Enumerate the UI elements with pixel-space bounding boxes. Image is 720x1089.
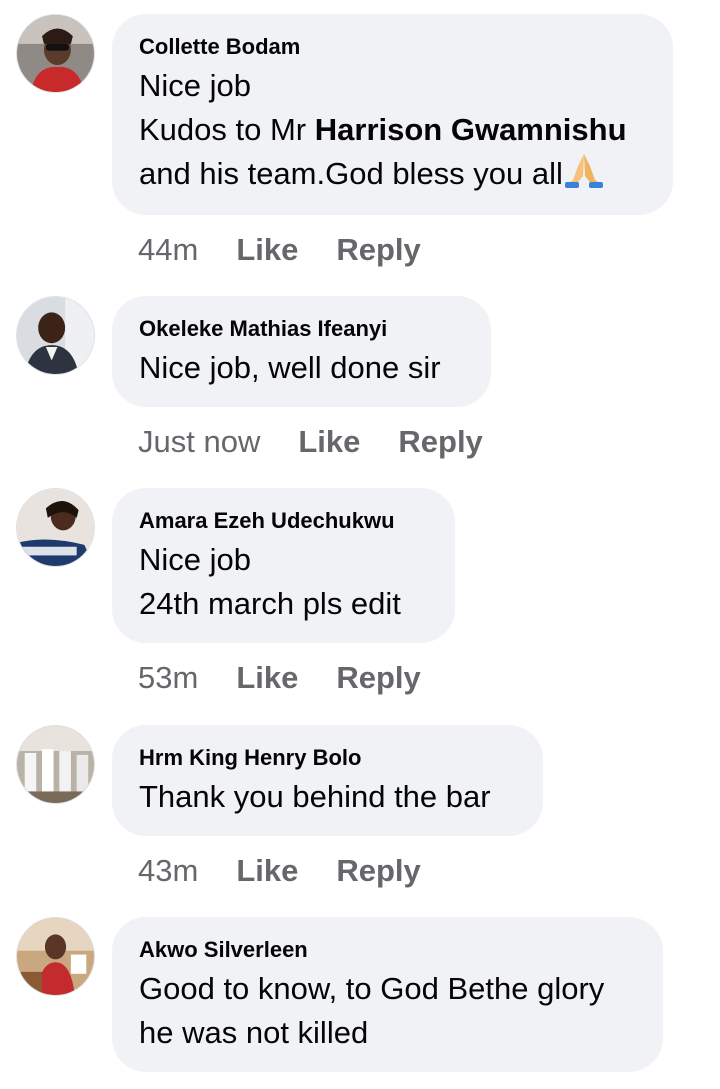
like-button[interactable]: Like bbox=[298, 422, 360, 462]
comment-text-line: he was not killed bbox=[139, 1015, 369, 1050]
comment-bubble: Hrm King Henry Bolo Thank you behind the… bbox=[112, 725, 543, 836]
avatar[interactable] bbox=[16, 14, 95, 93]
comment-bubble: Okeleke Mathias Ifeanyi Nice job, well d… bbox=[112, 296, 491, 407]
reply-button[interactable]: Reply bbox=[336, 658, 420, 698]
comment-timestamp[interactable]: 43m bbox=[138, 851, 198, 891]
comment-actions: 44m Like Reply bbox=[138, 230, 421, 270]
avatar[interactable] bbox=[16, 296, 95, 375]
comment-author[interactable]: Collette Bodam bbox=[139, 34, 646, 60]
comment-actions: Just now Like Reply bbox=[138, 422, 483, 462]
comment-bubble: Akwo Silverleen Good to know, to God Bet… bbox=[112, 917, 663, 1072]
comment-actions: 43m Like Reply bbox=[138, 851, 421, 891]
comment-timestamp[interactable]: Just now bbox=[138, 422, 260, 462]
comment-text-line: and his team.God bless you all bbox=[139, 152, 646, 196]
folded-hands-icon bbox=[563, 152, 605, 188]
comment-bubble: Collette Bodam Nice job Kudos to Mr Harr… bbox=[112, 14, 673, 215]
like-button[interactable]: Like bbox=[236, 230, 298, 270]
reply-button[interactable]: Reply bbox=[336, 851, 420, 891]
comment-text-segment: Kudos to Mr bbox=[139, 112, 315, 147]
comment-actions: 53m Like Reply bbox=[138, 658, 421, 698]
like-button[interactable]: Like bbox=[236, 658, 298, 698]
avatar[interactable] bbox=[16, 725, 95, 804]
mentioned-name[interactable]: Harrison Gwamnishu bbox=[315, 112, 627, 147]
comment-text-line: Nice job bbox=[139, 68, 251, 103]
comment-timestamp[interactable]: 44m bbox=[138, 230, 198, 270]
comment-text-line: 24th march pls edit bbox=[139, 586, 401, 621]
avatar[interactable] bbox=[16, 488, 95, 567]
comment-text-segment: and his team.God bless you all bbox=[139, 156, 563, 191]
comment-bubble: Amara Ezeh Udechukwu Nice job 24th march… bbox=[112, 488, 455, 643]
reply-button[interactable]: Reply bbox=[336, 230, 420, 270]
comment-author[interactable]: Hrm King Henry Bolo bbox=[139, 745, 516, 771]
comment-timestamp[interactable]: 53m bbox=[138, 658, 198, 698]
comment-author[interactable]: Amara Ezeh Udechukwu bbox=[139, 508, 428, 534]
like-button[interactable]: Like bbox=[236, 851, 298, 891]
comment-author[interactable]: Okeleke Mathias Ifeanyi bbox=[139, 316, 464, 342]
comment-text-line: Nice job bbox=[139, 542, 251, 577]
comment-text-line: Good to know, to God Bethe glory bbox=[139, 971, 605, 1006]
comment-text-line: Nice job, well done sir bbox=[139, 350, 441, 385]
reply-button[interactable]: Reply bbox=[398, 422, 482, 462]
avatar[interactable] bbox=[16, 917, 95, 996]
comment-text-line: Thank you behind the bar bbox=[139, 779, 491, 814]
comment-author[interactable]: Akwo Silverleen bbox=[139, 937, 636, 963]
comment-text-line: Kudos to Mr Harrison Gwamnishu bbox=[139, 108, 646, 152]
